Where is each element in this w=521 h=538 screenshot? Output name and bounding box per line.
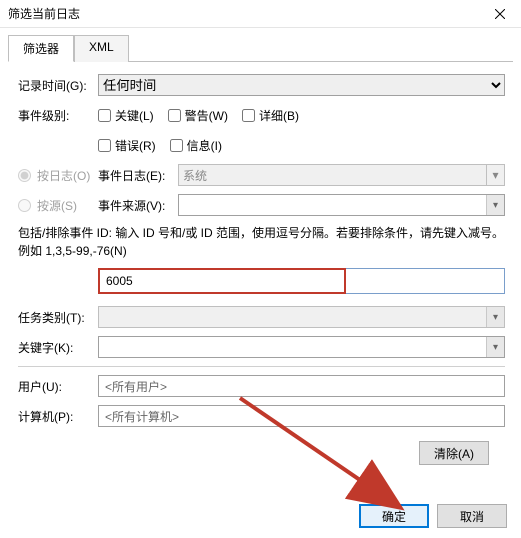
cb-warning[interactable]: 警告(W): [168, 107, 228, 124]
eventlog-combo: 系统 ▾: [178, 164, 505, 186]
window-title: 筛选当前日志: [8, 5, 80, 22]
eventid-ext[interactable]: [346, 268, 505, 294]
label-level: 事件级别:: [18, 107, 98, 124]
chevron-down-icon: ▾: [486, 307, 504, 327]
ok-button[interactable]: 确定: [359, 504, 429, 528]
label-eventlog: 事件日志(E):: [98, 167, 178, 184]
separator: [18, 366, 505, 367]
label-keyword: 关键字(K):: [18, 339, 98, 356]
titlebar: 筛选当前日志: [0, 0, 521, 28]
close-button[interactable]: [479, 0, 521, 28]
label-computer: 计算机(P):: [18, 408, 98, 425]
label-eventsrc: 事件来源(V):: [98, 197, 178, 214]
user-input[interactable]: [98, 375, 505, 397]
cancel-button[interactable]: 取消: [437, 504, 507, 528]
eventid-input[interactable]: [98, 268, 346, 294]
tab-xml[interactable]: XML: [74, 35, 129, 62]
cb-critical[interactable]: 关键(L): [98, 107, 154, 124]
tabstrip: 筛选器 XML: [8, 34, 513, 62]
form-area: 记录时间(G): 任何时间 事件级别: 关键(L) 警告(W) 详细(B) 错误…: [0, 62, 521, 471]
chevron-down-icon[interactable]: ▾: [486, 337, 504, 357]
label-logtime: 记录时间(G):: [18, 77, 98, 94]
clear-button[interactable]: 清除(A): [419, 441, 489, 465]
chevron-down-icon: ▾: [486, 165, 504, 185]
taskcat-combo: ▾: [98, 306, 505, 328]
tab-filter[interactable]: 筛选器: [8, 35, 74, 62]
keyword-combo[interactable]: ▾: [98, 336, 505, 358]
close-icon: [495, 9, 505, 19]
eventsrc-combo[interactable]: ▾: [178, 194, 505, 216]
cb-verbose[interactable]: 详细(B): [242, 107, 299, 124]
cb-error[interactable]: 错误(R): [98, 137, 156, 154]
label-taskcat: 任务类别(T):: [18, 309, 98, 326]
eventid-help: 包括/排除事件 ID: 输入 ID 号和/或 ID 范围，使用逗号分隔。若要排除…: [18, 224, 505, 260]
cb-info[interactable]: 信息(I): [170, 137, 222, 154]
radio-bysource: 按源(S): [18, 197, 98, 214]
footer-buttons: 确定 取消: [359, 504, 507, 528]
logtime-select[interactable]: 任何时间: [98, 74, 505, 96]
chevron-down-icon[interactable]: ▾: [486, 195, 504, 215]
computer-input[interactable]: [98, 405, 505, 427]
label-user: 用户(U):: [18, 378, 98, 395]
radio-bylog: 按日志(O): [18, 167, 98, 184]
